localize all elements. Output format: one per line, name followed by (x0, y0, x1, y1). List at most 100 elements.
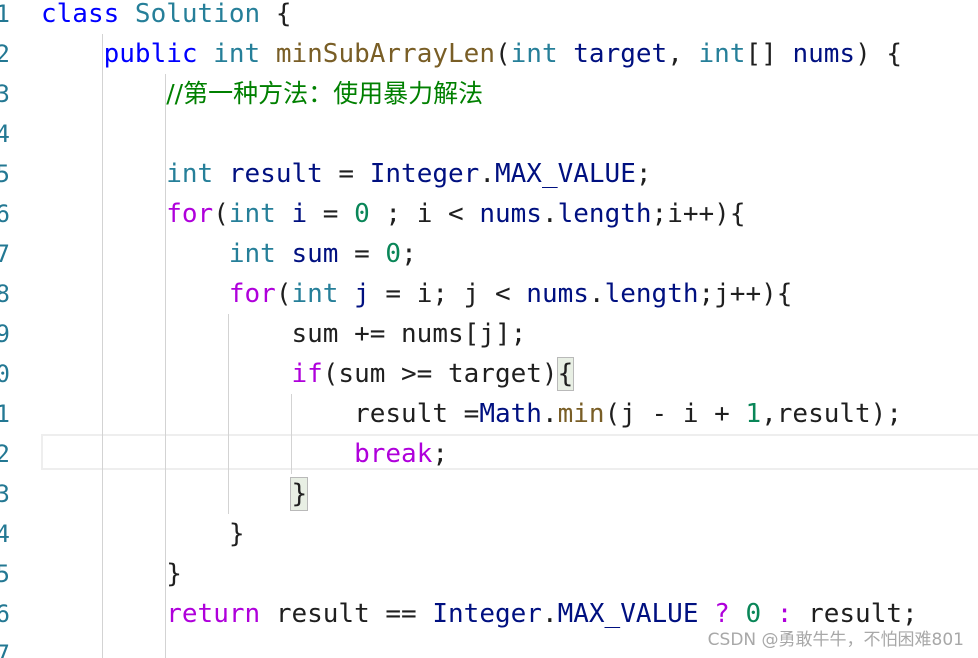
code-token: ; (401, 239, 417, 269)
code-line[interactable]: public int minSubArrayLen(int target, in… (41, 34, 902, 74)
code-line[interactable]: sum += nums[j]; (41, 314, 526, 354)
code-line[interactable]: class Solution { (41, 0, 291, 34)
code-token: 0 (385, 239, 402, 269)
code-token: MAX_VALUE (494, 159, 636, 189)
code-token: i (291, 199, 308, 229)
code-token: target (573, 39, 668, 69)
code-token: ) { (855, 39, 903, 69)
code-area[interactable]: class Solution { public int minSubArrayL… (41, 0, 978, 658)
matched-bracket: { (556, 357, 575, 391)
code-token: for (228, 279, 276, 309)
code-token: for (166, 199, 214, 229)
code-token: int (213, 39, 276, 69)
line-number: 8 (0, 280, 10, 308)
code-token: Math (479, 399, 542, 429)
line-number: 6 (0, 600, 10, 628)
line-number: 3 (0, 80, 10, 108)
line-number: 7 (0, 240, 10, 268)
code-token: . (541, 399, 558, 429)
code-token: 1 (745, 399, 762, 429)
code-token: result == (275, 599, 433, 629)
code-token: = (322, 159, 370, 189)
code-token: nums (526, 279, 589, 309)
code-line[interactable]: } (41, 554, 182, 594)
code-token: ;i++){ (651, 199, 746, 229)
code-token: } (228, 519, 245, 549)
code-token: min (557, 399, 605, 429)
code-token: int (228, 239, 292, 269)
code-token: class (41, 0, 135, 29)
code-token: minSubArrayLen (275, 39, 495, 69)
code-token: int (510, 39, 574, 69)
line-number: 7 (0, 640, 10, 658)
line-number: 1 (0, 400, 10, 428)
code-token: ( (275, 279, 292, 309)
code-line[interactable]: int sum = 0; (41, 234, 417, 274)
code-token: Integer (432, 599, 542, 629)
code-token: int (698, 39, 746, 69)
code-token: (j - i + (604, 399, 746, 429)
code-token: . (541, 599, 558, 629)
code-token: j (354, 279, 370, 309)
code-token: = (307, 199, 355, 229)
code-token: = (338, 239, 386, 269)
line-number: 5 (0, 560, 10, 588)
csdn-watermark: CSDN @勇敢牛牛，不怕困难801 (707, 630, 964, 650)
code-token: if (291, 359, 323, 389)
line-number: 3 (0, 480, 10, 508)
code-token: MAX_VALUE (557, 599, 699, 629)
code-token: length (557, 199, 652, 229)
code-line[interactable]: result =Math.min(j - i + 1,result); (41, 394, 902, 434)
code-token: int (228, 199, 292, 229)
line-number: 2 (0, 40, 10, 68)
line-number-gutter: 1 2 3 4 5 6 7 8 9 0 1 2 3 4 5 6 7 (0, 0, 20, 658)
line-number: 6 (0, 200, 10, 228)
code-token: sum += nums[j]; (291, 319, 527, 349)
code-line[interactable]: int result = Integer.MAX_VALUE; (41, 154, 651, 194)
code-token: sum (291, 239, 339, 269)
code-line[interactable]: break; (41, 434, 448, 474)
code-line[interactable]: } (41, 474, 309, 514)
code-token: . (541, 199, 558, 229)
code-token: ; (432, 439, 449, 469)
code-token: , (667, 39, 699, 69)
code-token: length (604, 279, 699, 309)
code-line[interactable]: //第一种方法：使用暴力解法 (41, 74, 483, 114)
line-number: 9 (0, 320, 10, 348)
code-token: ,result); (761, 399, 902, 429)
code-editor[interactable]: 1 2 3 4 5 6 7 8 9 0 1 2 3 4 5 6 7 class Solution { publi… (0, 0, 978, 658)
code-line[interactable]: for(int i = 0 ; i < nums.length;i++){ (41, 194, 745, 234)
code-line[interactable]: } (41, 514, 245, 554)
code-token: } (166, 559, 182, 589)
line-number: 1 (0, 0, 10, 28)
code-token: result (228, 159, 323, 189)
line-number: 4 (0, 520, 10, 548)
code-token: Solution (134, 0, 276, 29)
line-number: 5 (0, 160, 10, 188)
code-token: nums (792, 39, 856, 69)
code-token: nums (479, 199, 542, 229)
matched-bracket: } (290, 477, 309, 511)
code-token: = i; j < (369, 279, 527, 309)
code-line[interactable]: for(int j = i; j < nums.length;j++){ (41, 274, 793, 314)
code-token: //第一种方法：使用暴力解法 (166, 79, 484, 108)
code-token: ; i < (369, 199, 480, 229)
code-line[interactable]: if(sum >= target){ (41, 354, 575, 394)
code-token: ( (494, 39, 511, 69)
code-token: ( (213, 199, 229, 229)
code-token: 0 (354, 199, 370, 229)
code-token: public (103, 39, 214, 69)
code-token: ;j++){ (698, 279, 793, 309)
code-token: return (166, 599, 276, 629)
